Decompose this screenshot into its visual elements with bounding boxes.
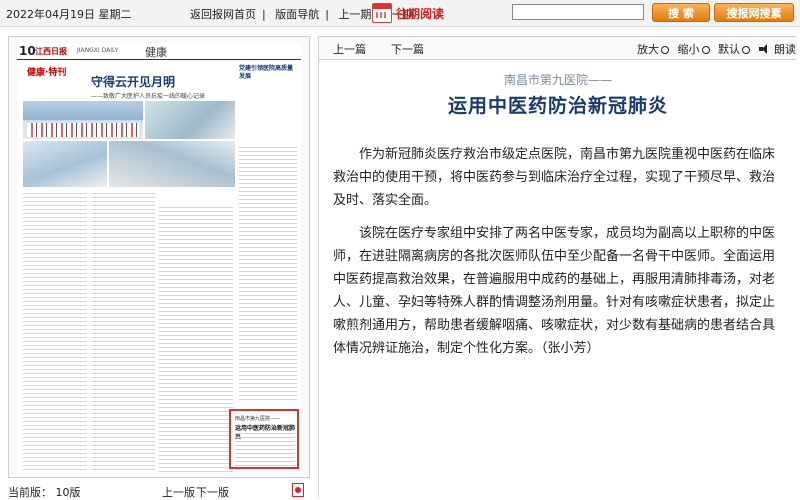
page-nav-link[interactable]: 版面导航 xyxy=(275,8,319,21)
default-size-label: 默认 xyxy=(718,43,740,56)
pdf-icon[interactable] xyxy=(292,483,304,497)
search-button[interactable]: 搜 索 xyxy=(652,3,710,22)
page-header: 10 江西日报 JIANGXI DAILY 健康 xyxy=(17,43,301,60)
newspaper-logo: 江西日报 xyxy=(35,47,67,56)
photo-group-staff xyxy=(23,101,143,139)
read-aloud-label[interactable]: 朗读 xyxy=(774,43,796,56)
default-size-radio[interactable] xyxy=(742,46,750,54)
newspaper-english-name: JIANGXI DAILY xyxy=(77,47,119,54)
photo-patients xyxy=(109,141,235,187)
article-text-block[interactable] xyxy=(159,207,233,473)
photo-ward xyxy=(145,101,235,139)
article-body: 作为新冠肺炎医疗救治市级定点医院，南昌市第九医院重视中医药在临床救治中的使用干预… xyxy=(333,143,785,370)
site-search-button[interactable]: 搜报网搜素 xyxy=(714,3,794,22)
zoom-in-label: 放大 xyxy=(637,43,659,56)
article-text-block[interactable] xyxy=(23,193,87,473)
page-preview-panel: 10 江西日报 JIANGXI DAILY 健康 健康·特刊 守得云开见月明 —… xyxy=(8,36,310,478)
article-panel: 上一篇 下一篇 放大 缩小 默认 朗读 南昌市第九医院—— 运用中医药防治新冠肺… xyxy=(318,36,797,497)
article-toolbar: 上一篇 下一篇 放大 缩小 默认 朗读 xyxy=(319,37,797,60)
zoom-out-label: 缩小 xyxy=(677,43,700,56)
page-nav-bar: 当前版： 10版 上一版 下一版 xyxy=(0,480,320,500)
page-number: 10 xyxy=(19,44,36,58)
section-logo: 健康·特刊 xyxy=(27,68,67,78)
preview-right-headline[interactable]: 党建引领医院高质量发展 xyxy=(239,65,297,145)
current-page-label: 当前版： 10版 xyxy=(8,486,81,499)
highlighted-article-box[interactable]: 南昌市第九医院—— 运用中医药防治新冠肺炎 xyxy=(229,409,299,469)
page-thumbnail[interactable]: 10 江西日报 JIANGXI DAILY 健康 健康·特刊 守得云开见月明 —… xyxy=(17,43,301,473)
next-page-link[interactable]: 下一版 xyxy=(196,484,229,500)
photo-nurse xyxy=(23,141,107,187)
section-name: 健康 xyxy=(145,46,167,59)
prev-article-link[interactable]: 上一篇 xyxy=(333,41,366,57)
past-issues-link[interactable]: 往期阅读 xyxy=(396,5,444,22)
article-paragraph: 该院在医疗专家组中安排了两名中医专家，成员均为副高以上职称的中医师，在进驻隔离病… xyxy=(333,226,776,356)
zoom-in-radio[interactable] xyxy=(661,46,669,54)
article-paragraph: 作为新冠肺炎医疗救治市级定点医院，南昌市第九医院重视中医药在临床救治中的使用干预… xyxy=(333,147,776,208)
home-link[interactable]: 返回报网首页 xyxy=(190,8,256,21)
article-text-block[interactable] xyxy=(239,147,297,403)
prev-issue-link[interactable]: 上一期 xyxy=(338,8,371,21)
article-title: 运用中医药防治新冠肺炎 xyxy=(447,95,668,117)
zoom-out-radio[interactable] xyxy=(701,46,710,54)
article-kicker: 南昌市第九医院—— xyxy=(503,73,612,87)
preview-headline[interactable]: 守得云开见月明 xyxy=(91,73,175,90)
highlight-kicker: 南昌市第九医院—— xyxy=(235,416,281,422)
search-input[interactable] xyxy=(512,4,644,20)
speaker-icon[interactable] xyxy=(758,44,771,54)
next-article-link[interactable]: 下一篇 xyxy=(391,41,424,57)
prev-page-link[interactable]: 上一版 xyxy=(162,484,195,500)
preview-subhead: ——致敬广大医护人员抗疫一线的暖心记录 xyxy=(91,93,206,100)
top-bar: 2022年04月19日 星期二 返回报网首页 | 版面导航 | 上一期 下一期 往期… xyxy=(0,0,800,27)
issue-date: 2022年04月19日 星期二 xyxy=(6,8,132,21)
article-text-block[interactable] xyxy=(91,193,155,473)
font-size-tools: 放大 缩小 默认 朗读 xyxy=(637,41,796,57)
calendar-icon[interactable] xyxy=(372,3,392,23)
